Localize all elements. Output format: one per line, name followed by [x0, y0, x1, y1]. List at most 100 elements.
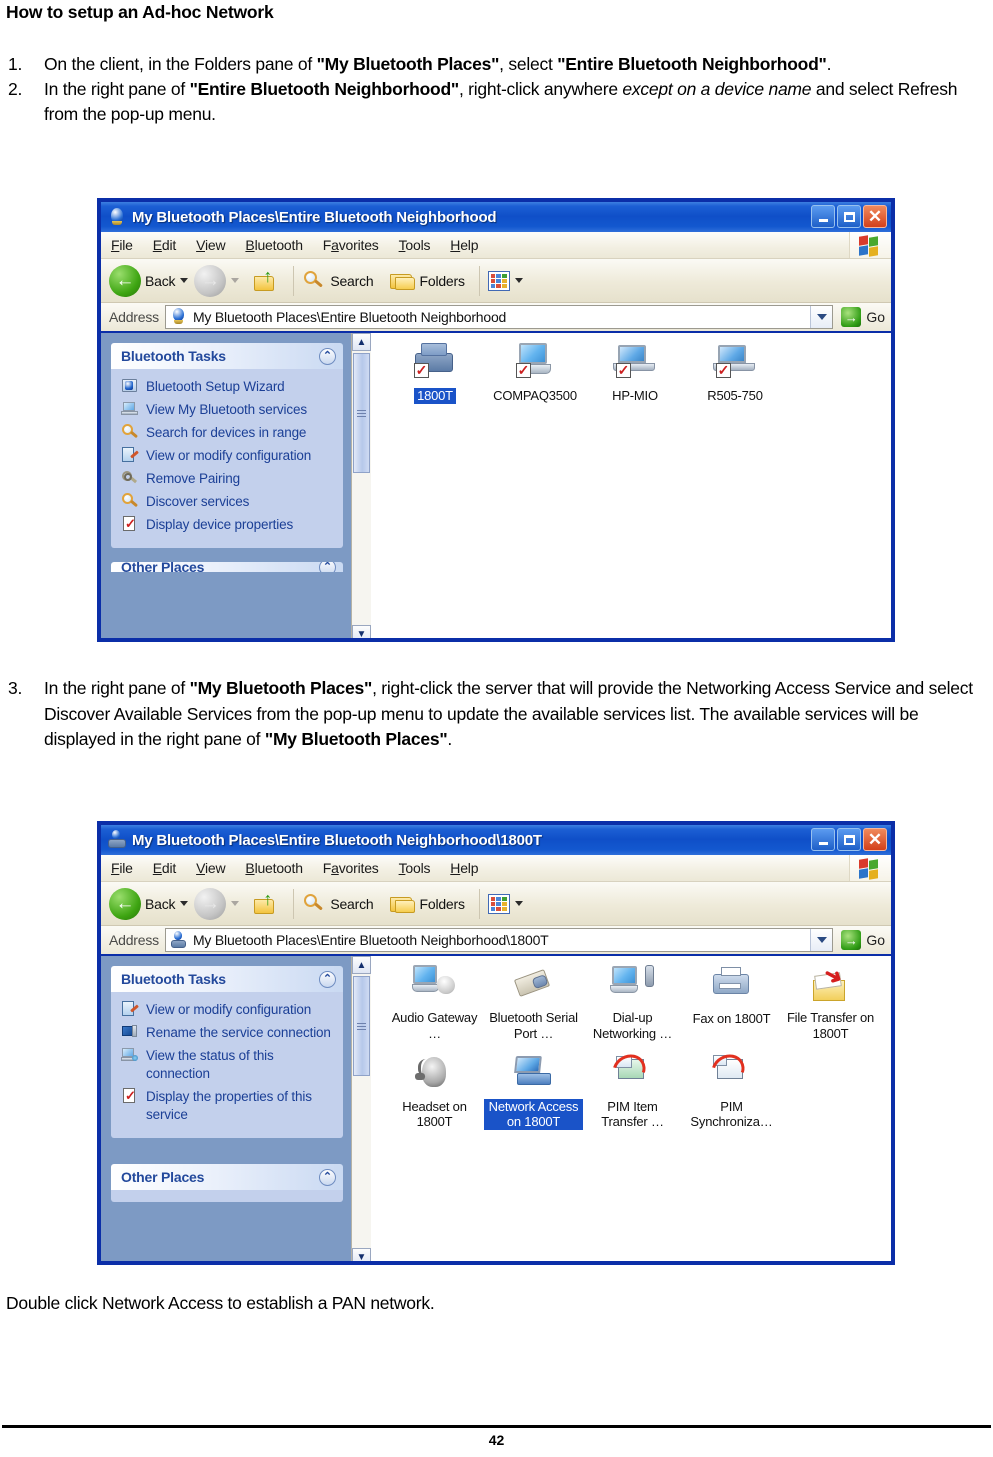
- close-button[interactable]: ✕: [863, 205, 887, 228]
- task-link[interactable]: Discover services: [121, 492, 335, 511]
- views-dropdown-icon[interactable]: [514, 278, 523, 283]
- scroll-down-arrow-icon[interactable]: ▼: [352, 625, 371, 638]
- folders-button[interactable]: Folders: [389, 269, 465, 293]
- forward-button[interactable]: →: [194, 264, 240, 297]
- collapse-chevron-icon[interactable]: ⌃: [319, 1168, 336, 1186]
- window1-content-pane[interactable]: ✓ 1800T ✓ COMPAQ3500 ✓ HP-MIO ✓ R505-750: [371, 333, 891, 638]
- maximize-button[interactable]: [837, 205, 861, 228]
- menu-item-favorites[interactable]: Favorites: [323, 237, 379, 253]
- task-link[interactable]: View My Bluetooth services: [121, 400, 335, 419]
- task-link[interactable]: Search for devices in range: [121, 423, 335, 442]
- up-button[interactable]: ↑: [253, 890, 279, 917]
- menu-item-file[interactable]: File: [111, 237, 133, 253]
- icon-grid-item[interactable]: Bluetooth Serial Port …: [484, 964, 583, 1043]
- task-link[interactable]: Remove Pairing: [121, 469, 335, 488]
- icon-grid-item[interactable]: Network Access on 1800T: [484, 1053, 583, 1132]
- menu-item-favorites[interactable]: Favorites: [323, 860, 379, 876]
- views-dropdown-icon[interactable]: [514, 901, 523, 906]
- address-dropdown-button[interactable]: [810, 306, 833, 328]
- scroll-up-arrow-icon[interactable]: ▲: [352, 956, 371, 974]
- icon-grid-item[interactable]: ✓ R505-750: [685, 341, 785, 405]
- address-dropdown-button[interactable]: [810, 929, 833, 951]
- menu-item-bluetooth[interactable]: Bluetooth: [245, 237, 303, 253]
- icon-grid-item[interactable]: ✓ HP-MIO: [585, 341, 685, 405]
- search-button[interactable]: Search: [302, 892, 374, 916]
- bluetooth-tasks-header[interactable]: Bluetooth Tasks ⌃: [111, 966, 343, 992]
- back-button[interactable]: ← Back: [109, 264, 189, 297]
- icon-grid-item[interactable]: ✓ COMPAQ3500: [485, 341, 585, 405]
- icon-grid-item[interactable]: Audio Gateway …: [385, 964, 484, 1043]
- task-link[interactable]: ✓ Display the properties of this service: [121, 1087, 335, 1124]
- menu-item-file[interactable]: File: [111, 860, 133, 876]
- maximize-button[interactable]: [837, 828, 861, 851]
- explorer-window-1800t[interactable]: My Bluetooth Places\Entire Bluetooth Nei…: [98, 822, 894, 1264]
- bluetooth-tasks-header[interactable]: Bluetooth Tasks ⌃: [111, 343, 343, 369]
- collapse-chevron-icon[interactable]: ⌃: [319, 347, 336, 365]
- icon-grid-item-label: Network Access on 1800T: [484, 1098, 583, 1130]
- folders-button[interactable]: Folders: [389, 892, 465, 916]
- icon-grid-item[interactable]: PIM Item Transfer …: [583, 1048, 682, 1132]
- window2-menubar[interactable]: File Edit View Bluetooth Favorites Tools…: [101, 855, 891, 882]
- windows-flag-icon: [859, 235, 880, 257]
- window2-controls[interactable]: ✕: [811, 828, 887, 851]
- scrollbar-thumb[interactable]: [353, 976, 370, 1076]
- window2-sidepane-scrollbar[interactable]: ▲ ▼: [351, 956, 371, 1261]
- search-button[interactable]: Search: [302, 269, 374, 293]
- task-link[interactable]: View or modify configuration: [121, 446, 335, 465]
- window2-addressbar[interactable]: Address My Bluetooth Places\Entire Bluet…: [101, 926, 891, 956]
- address-input[interactable]: My Bluetooth Places\Entire Bluetooth Nei…: [164, 305, 834, 329]
- task-link[interactable]: Rename the service connection: [121, 1023, 335, 1042]
- scroll-up-arrow-icon[interactable]: ▲: [352, 333, 371, 351]
- explorer-window-entire-bluetooth-neighborhood[interactable]: My Bluetooth Places\Entire Bluetooth Nei…: [98, 199, 894, 641]
- collapse-chevron-icon[interactable]: ⌃: [319, 562, 336, 572]
- address-input[interactable]: My Bluetooth Places\Entire Bluetooth Nei…: [164, 928, 834, 952]
- menu-item-help[interactable]: Help: [450, 860, 478, 876]
- back-dropdown-icon[interactable]: [180, 278, 189, 283]
- window1-sidepane-scrollbar[interactable]: ▲ ▼: [351, 333, 371, 638]
- views-button[interactable]: [487, 270, 523, 291]
- back-button[interactable]: ← Back: [109, 887, 189, 920]
- menu-item-edit[interactable]: Edit: [153, 860, 177, 876]
- window1-controls[interactable]: ✕: [811, 205, 887, 228]
- minimize-button[interactable]: [811, 828, 835, 851]
- window2-toolbar[interactable]: ← Back → ↑ Search Folders: [101, 882, 891, 926]
- menu-item-bluetooth[interactable]: Bluetooth: [245, 860, 303, 876]
- bluetooth-wizard-icon: [121, 377, 139, 395]
- close-button[interactable]: ✕: [863, 828, 887, 851]
- window1-addressbar[interactable]: Address My Bluetooth Places\Entire Bluet…: [101, 303, 891, 333]
- icon-grid-item[interactable]: Headset on 1800T: [385, 1053, 484, 1132]
- task-link[interactable]: ✓ Display device properties: [121, 515, 335, 534]
- scroll-down-arrow-icon[interactable]: ▼: [352, 1248, 371, 1261]
- menu-item-tools[interactable]: Tools: [399, 237, 431, 253]
- menu-item-view[interactable]: View: [196, 860, 226, 876]
- window2-titlebar[interactable]: My Bluetooth Places\Entire Bluetooth Nei…: [101, 825, 891, 855]
- other-places-header[interactable]: Other Places ⌃: [111, 562, 343, 572]
- menu-item-edit[interactable]: Edit: [153, 237, 177, 253]
- icon-grid-item[interactable]: ✓ 1800T: [385, 341, 485, 405]
- collapse-chevron-icon[interactable]: ⌃: [319, 970, 336, 988]
- window1-toolbar[interactable]: ← Back → ↑ Search Folders: [101, 259, 891, 303]
- views-button[interactable]: [487, 893, 523, 914]
- window1-menubar[interactable]: File Edit View Bluetooth Favorites Tools…: [101, 232, 891, 259]
- icon-grid-item[interactable]: Dial-up Networking …: [583, 964, 682, 1043]
- menu-item-help[interactable]: Help: [450, 237, 478, 253]
- menu-item-tools[interactable]: Tools: [399, 860, 431, 876]
- go-button[interactable]: → Go: [841, 930, 885, 950]
- up-button[interactable]: ↑: [253, 267, 279, 294]
- step-number: 3.: [8, 678, 23, 698]
- task-link[interactable]: Bluetooth Setup Wizard: [121, 377, 335, 396]
- icon-grid-item[interactable]: ➜ File Transfer on 1800T: [781, 960, 880, 1043]
- forward-button[interactable]: →: [194, 887, 240, 920]
- task-link[interactable]: View or modify configuration: [121, 1000, 335, 1019]
- window1-titlebar[interactable]: My Bluetooth Places\Entire Bluetooth Nei…: [101, 202, 891, 232]
- window2-content-pane[interactable]: Audio Gateway … Bluetooth Serial Port … Di…: [371, 956, 891, 1261]
- minimize-button[interactable]: [811, 205, 835, 228]
- icon-grid-item[interactable]: Fax on 1800T: [682, 964, 781, 1043]
- icon-grid-item[interactable]: PIM Synchroniza…: [682, 1048, 781, 1132]
- other-places-header[interactable]: Other Places ⌃: [111, 1164, 343, 1190]
- task-link[interactable]: View the status of this connection: [121, 1046, 335, 1083]
- menu-item-view[interactable]: View: [196, 237, 226, 253]
- back-dropdown-icon[interactable]: [180, 901, 189, 906]
- scrollbar-thumb[interactable]: [353, 353, 370, 473]
- go-button[interactable]: → Go: [841, 307, 885, 327]
